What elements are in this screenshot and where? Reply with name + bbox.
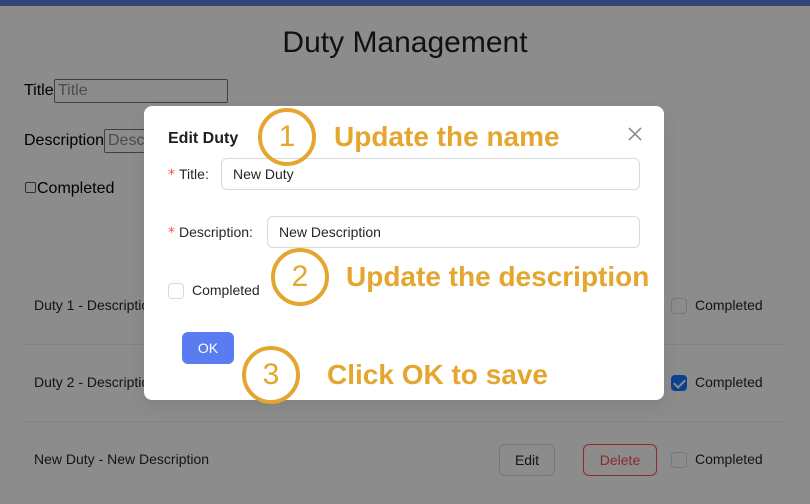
modal-title-label: * Title: [168,166,209,183]
modal-description-label: * Description: [168,224,253,241]
modal-completed-label: Completed [192,282,260,298]
ok-button[interactable]: OK [182,332,234,364]
required-mark: * [168,167,175,183]
step-2-marker: 2 [271,248,329,306]
step-3-text: Click OK to save [327,359,548,390]
step-3-marker: 3 [242,346,300,404]
modal-description-input[interactable] [267,216,640,248]
modal-completed-checkbox[interactable] [168,283,184,299]
required-mark: * [168,225,175,241]
step-1-text: Update the name [334,121,560,152]
step-2-text: Update the description [346,261,650,292]
modal-title: Edit Duty [168,130,239,147]
close-icon[interactable] [624,123,646,145]
step-1-marker: 1 [258,108,316,166]
